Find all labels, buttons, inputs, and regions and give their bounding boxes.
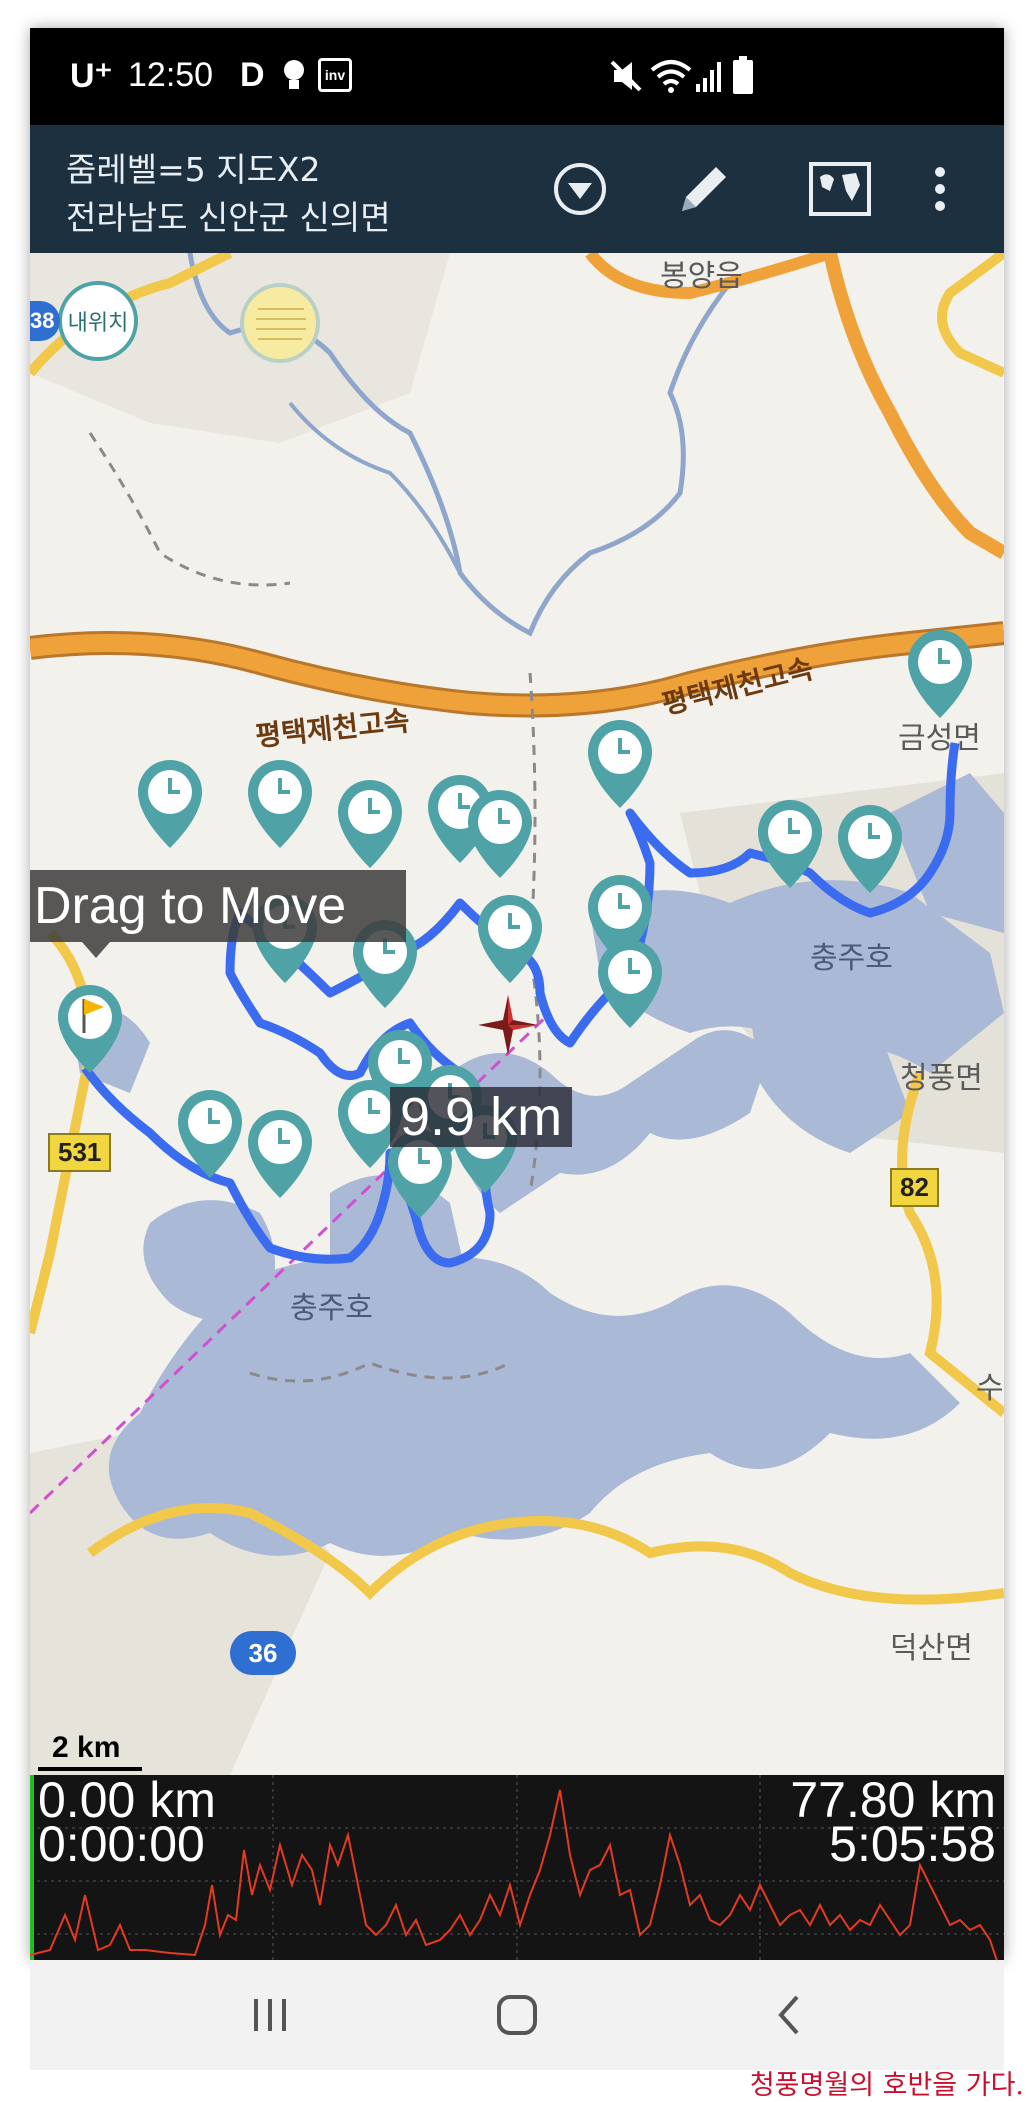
pencil-icon xyxy=(682,167,726,211)
place-label: 덕산면 xyxy=(890,1631,973,1666)
mute-icon xyxy=(610,58,642,98)
caption-text: 청풍명월의 호반을 가다. xyxy=(749,2070,1024,2101)
more-vert-icon xyxy=(935,167,945,211)
road-shield: 36 xyxy=(230,1631,296,1675)
start-time: 0:00:00 xyxy=(38,1816,205,1872)
home-button[interactable] xyxy=(477,1980,557,2050)
edit-button[interactable] xyxy=(664,149,744,229)
place-label: 봉양읍 xyxy=(660,259,743,294)
clock: 12:50 xyxy=(128,56,214,94)
phone-screen: U⁺ 12:50 D inv 줌레벨=5 지도X2 전라남도 신안군 신의면 내… xyxy=(30,28,1004,1960)
battery-icon xyxy=(732,56,754,100)
world-map-icon xyxy=(809,162,871,216)
elevation-profile[interactable]: 0.00 km 0:00:00 77.80 km 5:05:58 xyxy=(30,1775,1004,1960)
notepad-icon xyxy=(256,308,306,340)
end-time: 5:05:58 xyxy=(829,1816,996,1872)
map-canvas xyxy=(30,253,1004,1775)
back-icon xyxy=(778,1995,799,2035)
dropdown-button[interactable] xyxy=(540,149,620,229)
zoom-level-text: 줌레벨=5 지도X2 xyxy=(66,150,321,189)
place-label: 충주호 xyxy=(290,1291,373,1326)
place-label: 청풍면 xyxy=(900,1061,983,1096)
map-view[interactable]: 내위치 38 봉양읍 금성면 충주호 청풍면 충주호 덕산면 수 평택제천고속 … xyxy=(30,253,1004,1775)
place-label: 수 xyxy=(976,1371,1004,1406)
app-toolbar: 줌레벨=5 지도X2 전라남도 신안군 신의면 xyxy=(30,125,1004,253)
home-icon xyxy=(497,1995,537,2035)
place-label: 충주호 xyxy=(810,941,893,976)
system-navigation-bar xyxy=(30,1960,1004,2070)
more-options-button[interactable] xyxy=(910,149,970,229)
notes-button[interactable] xyxy=(240,283,320,363)
distance-label: 9.9 km xyxy=(390,1087,573,1147)
inv-app-icon: inv xyxy=(318,58,352,92)
back-button[interactable] xyxy=(750,1980,830,2050)
d-app-icon: D xyxy=(240,56,265,94)
recent-apps-button[interactable] xyxy=(230,1980,310,2050)
recent-apps-icon xyxy=(254,1999,286,2031)
bulb-icon xyxy=(282,58,306,98)
scale-label: 2 km xyxy=(52,1731,121,1764)
road-shield: 531 xyxy=(48,1133,112,1172)
scale-bar: 2 km xyxy=(38,1731,142,1771)
my-location-button[interactable]: 내위치 xyxy=(58,281,138,361)
road-shield: 82 xyxy=(890,1168,939,1207)
drag-to-move-tooltip[interactable]: Drag to Move xyxy=(30,870,406,958)
dropdown-circle-icon xyxy=(554,163,606,215)
place-label: 금성면 xyxy=(898,721,981,756)
map-layer-button[interactable] xyxy=(800,149,880,229)
wifi-icon xyxy=(650,58,692,98)
status-bar: U⁺ 12:50 D inv xyxy=(30,28,1004,125)
signal-icon xyxy=(694,58,724,98)
carrier-label: U⁺ xyxy=(70,57,113,95)
location-text: 전라남도 신안군 신의면 xyxy=(66,198,391,237)
my-location-label: 내위치 xyxy=(67,311,129,336)
